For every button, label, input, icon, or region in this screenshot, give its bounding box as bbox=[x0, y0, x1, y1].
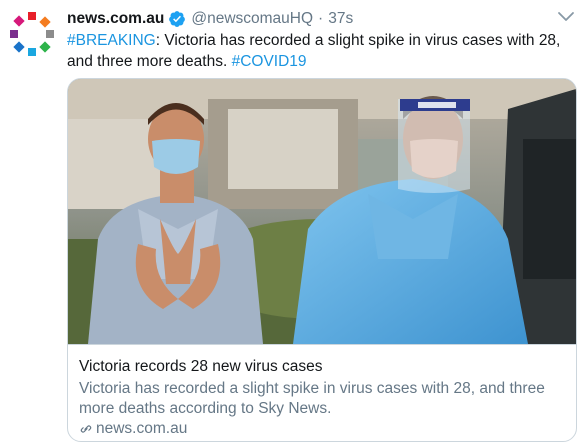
photo-of-health-workers-in-ppe-icon bbox=[68, 79, 576, 344]
tweet-timestamp[interactable]: 37s bbox=[328, 9, 353, 29]
card-domain[interactable]: news.com.au bbox=[79, 420, 187, 438]
author-name[interactable]: news.com.au bbox=[67, 9, 164, 29]
link-card[interactable]: Victoria records 28 new virus cases Vict… bbox=[67, 78, 577, 442]
card-image[interactable] bbox=[68, 79, 576, 344]
hashtag-covid19[interactable]: #COVID19 bbox=[232, 53, 307, 70]
tweet-header: news.com.au @newscomauHQ · 37s bbox=[67, 9, 353, 29]
card-body[interactable]: Victoria records 28 new virus cases Vict… bbox=[68, 344, 576, 441]
tweet-text: #BREAKING: Victoria has recorded a sligh… bbox=[67, 30, 577, 72]
tweet[interactable]: news.com.au @newscomauHQ · 37s #BREAKING… bbox=[0, 0, 587, 446]
card-description: Victoria has recorded a slight spike in … bbox=[79, 380, 545, 417]
separator-dot: · bbox=[318, 10, 324, 27]
news-com-au-logo-icon[interactable] bbox=[8, 10, 56, 58]
verified-badge-icon bbox=[169, 11, 186, 27]
author-handle[interactable]: @newscomauHQ bbox=[191, 9, 313, 29]
card-title[interactable]: Victoria records 28 new virus cases bbox=[79, 357, 323, 377]
chevron-down-icon[interactable] bbox=[557, 11, 575, 23]
link-icon bbox=[80, 425, 92, 433]
card-domain-text[interactable]: news.com.au bbox=[96, 420, 187, 438]
hashtag-breaking[interactable]: #BREAKING bbox=[67, 32, 156, 49]
